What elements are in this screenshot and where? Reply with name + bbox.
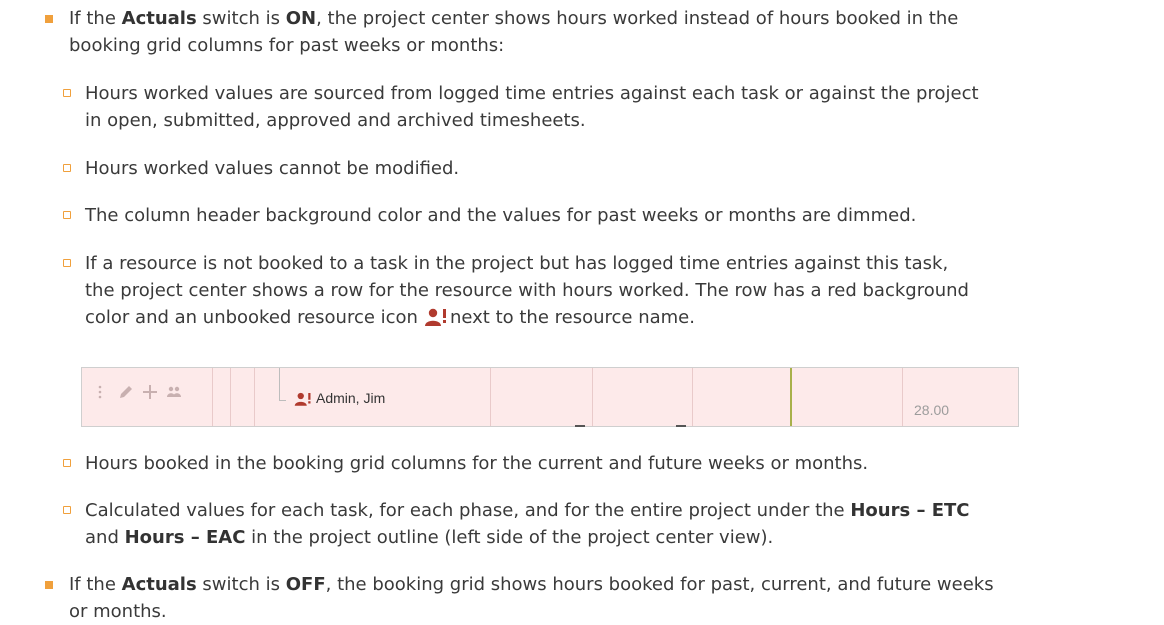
resize-handle[interactable] [676, 425, 686, 427]
actuals-bold: Actuals [121, 8, 197, 29]
hours-eac-bold: Hours – EAC [124, 527, 246, 548]
bullet-line: Hours worked values are sourced from log… [85, 83, 979, 104]
on-bold: ON [285, 8, 317, 29]
bullet-square-icon [45, 15, 53, 23]
resource-name[interactable]: Admin, Jim [294, 390, 385, 406]
sub-bullet-icon [63, 259, 71, 267]
resize-handle[interactable] [575, 425, 585, 427]
grid-cell [792, 368, 903, 426]
tree-connector [279, 368, 280, 400]
grid-cell [230, 368, 255, 426]
bullet-line: Hours booked in the booking grid columns… [85, 453, 869, 474]
sub-bullet-icon [63, 89, 71, 97]
off-bold: OFF [285, 574, 326, 595]
hours-worked-value[interactable]: 28.00 [914, 402, 949, 418]
bullet-line: booking grid columns for past weeks or m… [69, 35, 505, 56]
grid-cell [592, 368, 693, 426]
bullet-square-icon [45, 581, 53, 589]
grid-cell [692, 368, 791, 426]
bullet-line: or months. [69, 601, 167, 622]
sub-bullet-icon [63, 164, 71, 172]
bullet-line: The column header background color and t… [85, 205, 917, 226]
bullet-line: color and an unbooked resource icon next … [85, 307, 695, 328]
sub-bullet-icon [63, 211, 71, 219]
bullet-line: in open, submitted, approved and archive… [85, 110, 586, 131]
grid-cell [490, 368, 593, 426]
hours-etc-bold: Hours – ETC [850, 500, 970, 521]
bullet-line: If the Actuals switch is ON, the project… [69, 8, 959, 29]
bullet-line: If a resource is not booked to a task in… [85, 253, 949, 274]
bullet-line: the project center shows a row for the r… [85, 280, 969, 301]
sub-bullet-icon [63, 459, 71, 467]
grid-cell [212, 368, 231, 426]
bullet-line: Calculated values for each task, for eac… [85, 500, 970, 521]
bullet-line: If the Actuals switch is OFF, the bookin… [69, 574, 994, 595]
bullet-line: Hours worked values cannot be modified. [85, 158, 460, 179]
resource-name-label: Admin, Jim [316, 390, 386, 406]
unbooked-resource-row: Admin, Jim 28.00 [81, 367, 1019, 427]
tree-connector [279, 400, 286, 401]
grid-cell [82, 368, 213, 426]
sub-bullet-icon [63, 506, 71, 514]
actuals-bold: Actuals [121, 574, 197, 595]
unbooked-resource-icon [424, 307, 448, 326]
bullet-line: and Hours – EAC in the project outline (… [85, 527, 774, 548]
